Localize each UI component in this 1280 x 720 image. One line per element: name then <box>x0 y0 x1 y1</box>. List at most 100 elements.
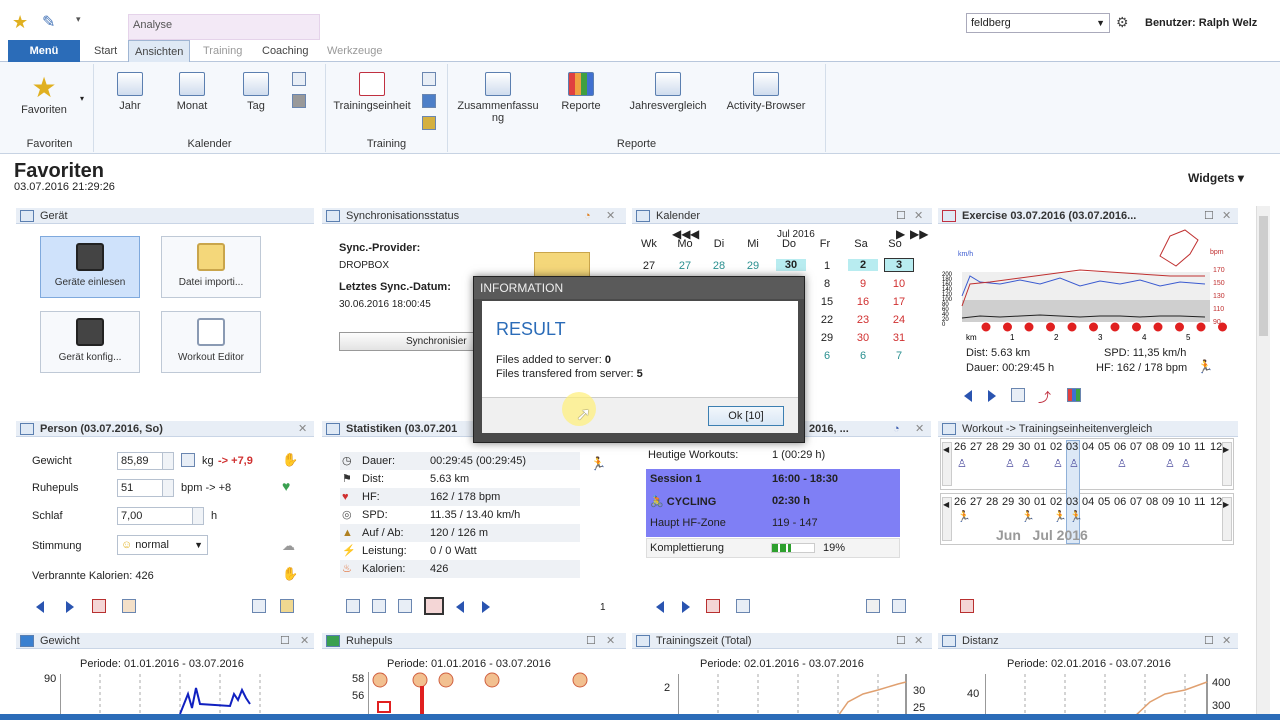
tab-werkzeuge[interactable]: Werkzeuge <box>321 40 388 62</box>
prev-icon[interactable] <box>456 601 464 613</box>
tools-icon[interactable]: ✕ <box>1222 633 1231 649</box>
tab-ansichten[interactable]: Ansichten <box>128 40 191 62</box>
next-year-icon[interactable]: ▶▶ <box>910 227 928 241</box>
maximize-icon[interactable]: ☐ <box>896 633 906 649</box>
calendar-day[interactable]: 24 <box>884 314 914 326</box>
workout-marker-icon[interactable]: ♙ <box>1069 457 1079 470</box>
calendar-day[interactable]: 31 <box>884 332 914 344</box>
workout-marker-icon[interactable]: ♙ <box>1117 457 1127 470</box>
maximize-icon[interactable]: ☐ <box>280 633 290 649</box>
workspace-select[interactable]: feldberg ▼ <box>966 13 1110 33</box>
calendar-day[interactable]: 28 <box>704 260 734 272</box>
workout-marker-icon[interactable]: ♙ <box>957 457 967 470</box>
calendar-icon[interactable] <box>960 599 974 613</box>
tab-training[interactable]: Training <box>197 40 248 62</box>
calendar-day[interactable]: 27 <box>634 260 664 272</box>
next-icon[interactable] <box>66 601 74 613</box>
list-icon[interactable] <box>292 72 306 86</box>
gewicht-spinner[interactable] <box>162 452 174 470</box>
dropdown-icon[interactable]: ▾ <box>80 94 84 103</box>
vertical-scrollbar[interactable] <box>1256 206 1270 716</box>
workout-marker-icon[interactable]: ♙ <box>1165 457 1175 470</box>
workout-marker-icon[interactable]: ♙ <box>1021 457 1031 470</box>
calendar-day[interactable]: 7 <box>884 350 914 362</box>
tile-geraet-konfig[interactable]: Gerät konfig... <box>40 311 140 373</box>
lap-marker[interactable] <box>1002 321 1013 333</box>
zusammenfassung-button[interactable]: Zusammenfassu ng <box>452 72 544 124</box>
calendar-day[interactable]: 1 <box>812 260 842 272</box>
edit-icon[interactable] <box>280 599 294 613</box>
runner-icon[interactable]: 🏃 <box>1197 359 1213 375</box>
maximize-icon[interactable]: ☐ <box>896 208 906 224</box>
calendar-day[interactable]: 6 <box>812 350 842 362</box>
heart-icon[interactable]: ♥ <box>282 478 290 494</box>
prev-icon[interactable] <box>964 390 972 402</box>
stimmung-select[interactable]: ☺ normal ▼ <box>117 535 208 555</box>
calendar-icon[interactable] <box>706 599 720 613</box>
calendar-icon[interactable] <box>92 599 106 613</box>
tools-icon[interactable]: ✕ <box>914 633 923 649</box>
tile-geraete-einlesen[interactable]: Geräte einlesen <box>40 236 140 298</box>
calendar-day[interactable]: 8 <box>812 278 842 290</box>
tab-coaching[interactable]: Coaching <box>256 40 314 62</box>
maximize-icon[interactable]: ☐ <box>1204 208 1214 224</box>
dropdown-icon[interactable]: ▾ <box>76 14 81 25</box>
jahr-button[interactable]: Jahr <box>108 72 152 112</box>
cloud-icon[interactable]: ☁ <box>282 538 295 554</box>
tile-workout-editor[interactable]: Workout Editor <box>161 311 261 373</box>
maximize-icon[interactable]: ☐ <box>1204 633 1214 649</box>
ruhepuls-input[interactable]: 51 <box>117 479 163 497</box>
runner-icon[interactable]: 🏃 <box>1021 510 1035 523</box>
favoriten-button[interactable]: ★ Favoriten <box>14 72 74 116</box>
calendar-today-icon[interactable] <box>424 597 444 615</box>
tools-icon[interactable]: ✕ <box>606 633 615 649</box>
menu-button[interactable]: Menü <box>8 40 80 62</box>
calendar-year-icon[interactable] <box>346 599 360 613</box>
runner-icon[interactable]: 🏃 <box>957 510 971 523</box>
lap-marker[interactable] <box>1023 321 1035 333</box>
ruhepuls-spinner[interactable] <box>162 479 174 497</box>
calendar-day[interactable]: 2 <box>848 259 878 271</box>
prev-icon[interactable] <box>656 601 664 613</box>
calendar-day-icon[interactable] <box>398 599 412 613</box>
calendar-day[interactable]: 27 <box>670 260 700 272</box>
calendar-day[interactable]: 29 <box>812 332 842 344</box>
calendar-day[interactable]: 29 <box>738 260 768 272</box>
calendar-day[interactable]: 10 <box>884 278 914 290</box>
trainingseinheit-button[interactable]: Trainingseinheit <box>330 72 414 112</box>
scroll-thumb[interactable] <box>1259 216 1268 336</box>
chart-settings-icon[interactable] <box>892 599 906 613</box>
next-icon[interactable] <box>988 390 996 402</box>
synchronisieren-button[interactable]: Synchronisier <box>339 332 475 351</box>
runner-icon[interactable]: 🏃 <box>1053 510 1067 523</box>
lap-marker[interactable] <box>1066 321 1078 333</box>
calendar-day[interactable]: 30 <box>776 259 806 271</box>
thumb-down-icon[interactable]: ✋ <box>282 452 298 468</box>
workout-marker-icon[interactable]: ♙ <box>1181 457 1191 470</box>
clock-icon[interactable]: ◔ <box>584 208 591 224</box>
calendar-day[interactable]: 17 <box>884 296 914 308</box>
tools-icon[interactable]: ✕ <box>300 633 309 649</box>
tools-icon[interactable]: ✕ <box>1222 208 1231 224</box>
list-icon[interactable] <box>252 599 266 613</box>
scroll-left-button[interactable]: ◀ <box>942 442 952 486</box>
ruler-icon[interactable] <box>422 116 436 130</box>
calendar-day[interactable]: 30 <box>848 332 878 344</box>
lap-marker[interactable] <box>1195 321 1207 333</box>
runner-icon[interactable]: 🏃 <box>1069 510 1083 523</box>
tools-icon[interactable]: ✕ <box>914 208 923 224</box>
calendar-day[interactable]: 3 <box>884 258 914 272</box>
calendar-month-icon[interactable] <box>372 599 386 613</box>
chart-icon[interactable] <box>1067 388 1081 402</box>
chart-icon[interactable] <box>422 94 436 108</box>
gewicht-input[interactable]: 85,89 <box>117 452 163 470</box>
calendar-day[interactable]: 22 <box>812 314 842 326</box>
table-icon[interactable] <box>1011 388 1025 402</box>
scroll-right-button[interactable]: ▶ <box>1222 442 1232 486</box>
jahresvergleich-button[interactable]: Jahresvergleich <box>622 72 714 112</box>
lap-marker[interactable] <box>1131 321 1142 333</box>
scroll-right-button[interactable]: ▶ <box>1222 497 1232 541</box>
schlaf-spinner[interactable] <box>192 507 204 525</box>
monat-button[interactable]: Monat <box>170 72 214 112</box>
calendar-day[interactable]: 16 <box>848 296 878 308</box>
